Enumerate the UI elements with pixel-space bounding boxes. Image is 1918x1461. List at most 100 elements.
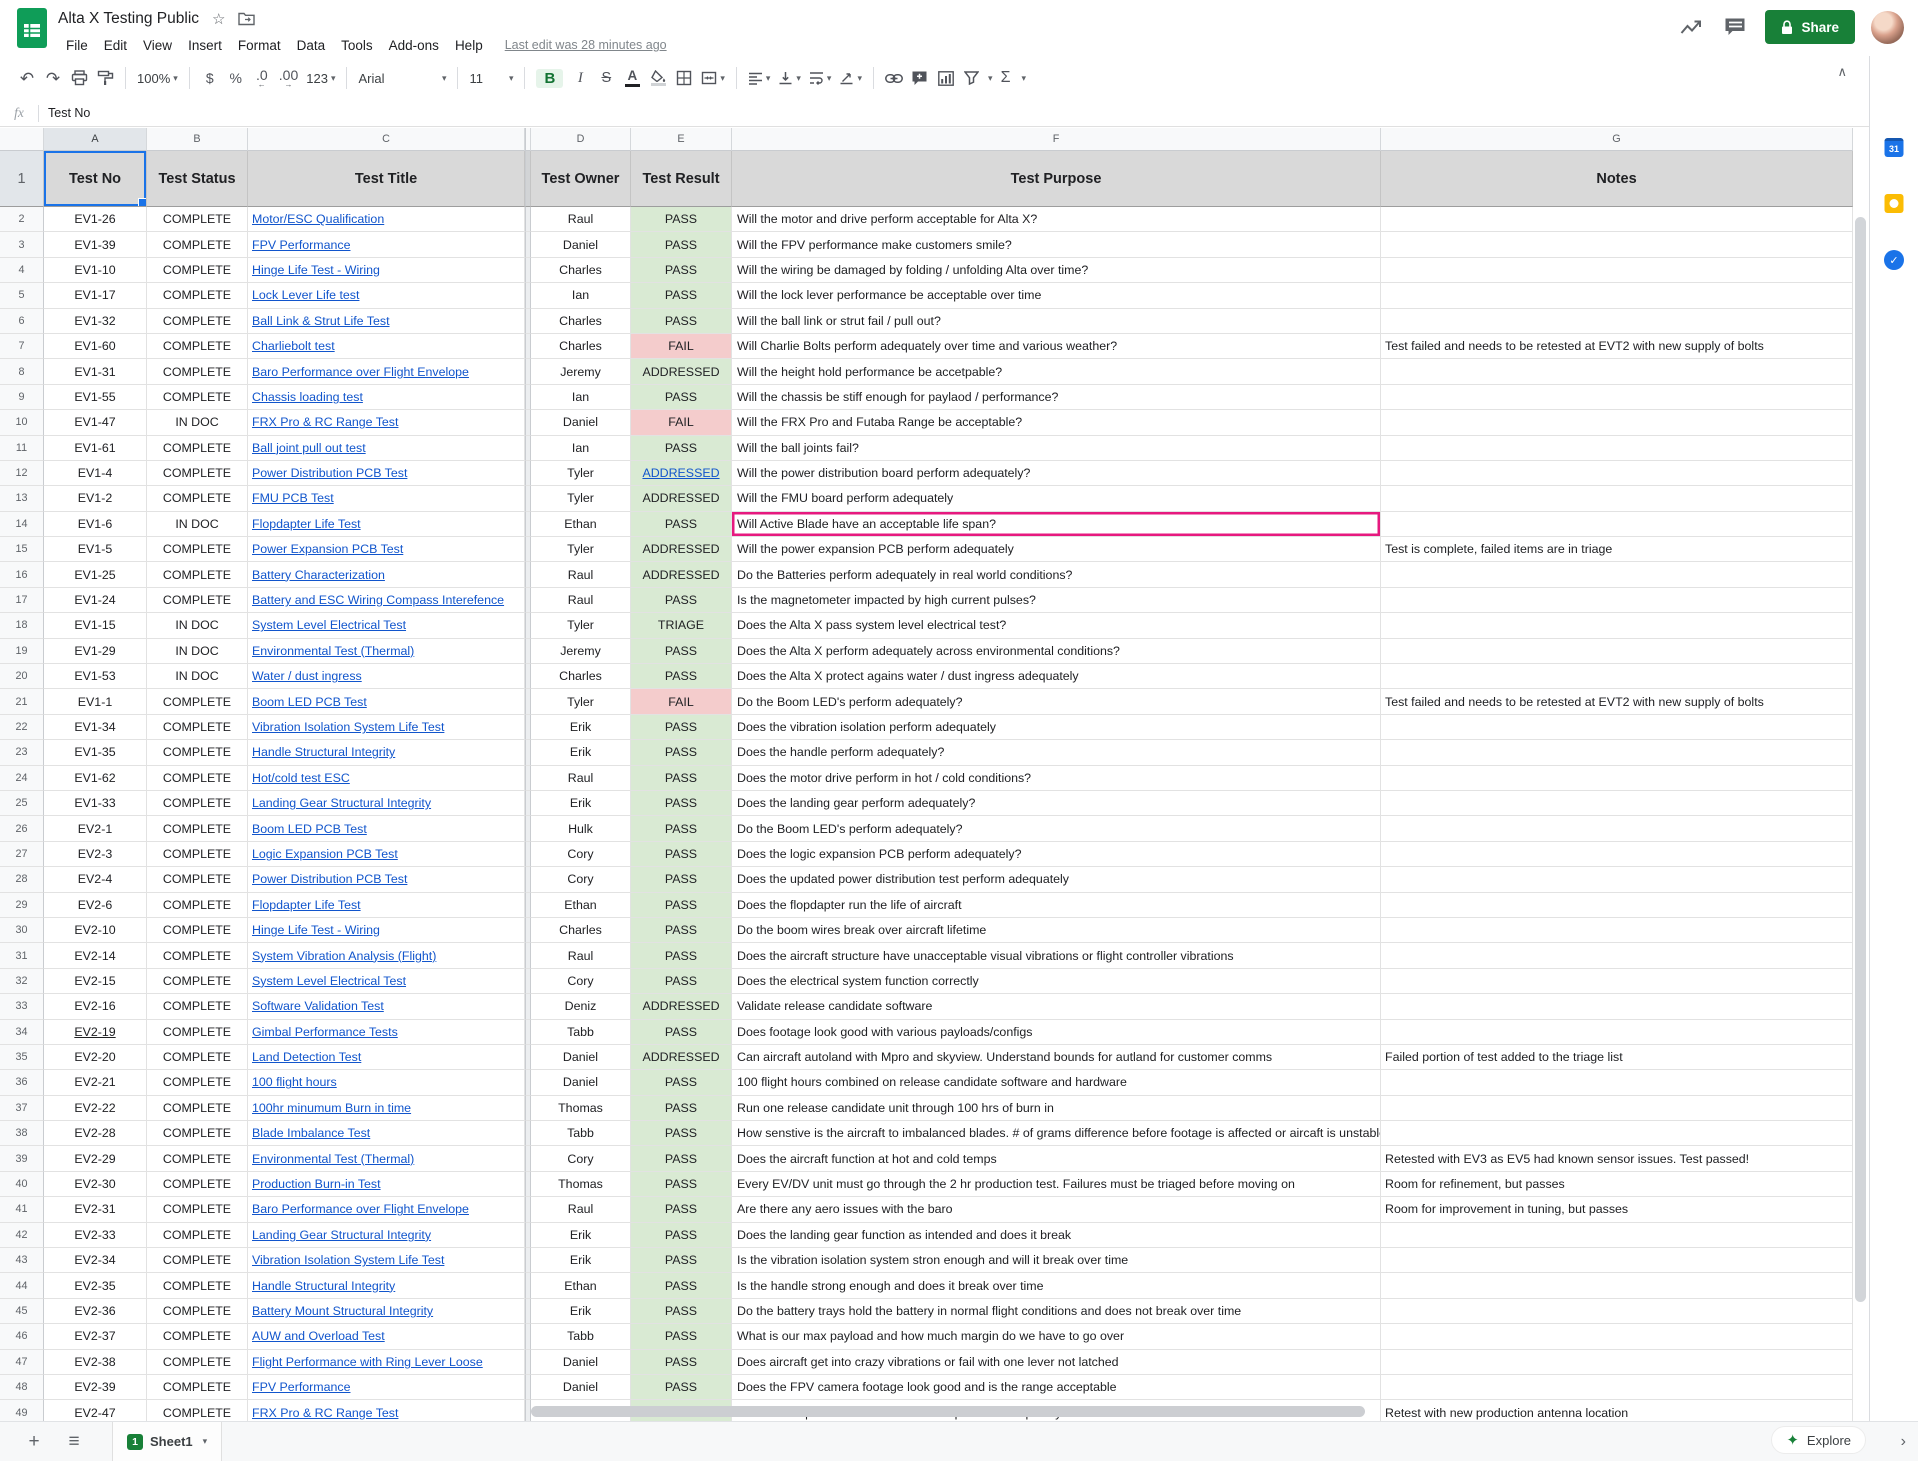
cell-test-result[interactable]: PASS [631,1248,732,1273]
test-title-link[interactable]: Power Distribution PCB Test [252,872,407,886]
cell-test-owner[interactable]: Daniel [531,1070,631,1095]
cell-test-no[interactable]: EV1-61 [44,436,147,461]
cell-test-no[interactable]: EV2-38 [44,1350,147,1375]
test-title-link[interactable]: Flopdapter Life Test [252,898,361,912]
cell-test-owner[interactable]: Jeremy [531,639,631,664]
cell-test-status[interactable]: IN DOC [147,664,248,689]
row-number[interactable]: 31 [0,943,44,968]
cell-test-no[interactable]: EV2-39 [44,1375,147,1400]
test-title-link[interactable]: Handle Structural Integrity [252,745,395,759]
test-title-link[interactable]: Flight Performance with Ring Lever Loose [252,1355,483,1369]
cell-test-purpose[interactable]: Do the boom wires break over aircraft li… [732,918,1381,943]
cell-b1[interactable]: Test Status [147,151,248,207]
cell-test-result[interactable]: PASS [631,1020,732,1045]
cell-test-owner[interactable]: Tabb [531,1324,631,1349]
cell-test-no[interactable]: EV1-10 [44,258,147,283]
cell-test-status[interactable]: COMPLETE [147,283,248,308]
cell-c1[interactable]: Test Title [248,151,525,207]
cell-notes[interactable] [1381,309,1853,334]
row-number[interactable]: 26 [0,816,44,841]
format-currency-button[interactable]: $ [197,65,223,91]
cell-test-result[interactable]: PASS [631,715,732,740]
test-title-link[interactable]: Production Burn-in Test [252,1177,381,1191]
cell-test-purpose[interactable]: Does the landing gear function as intend… [732,1223,1381,1248]
cell-test-result[interactable]: PASS [631,639,732,664]
test-title-link[interactable]: Boom LED PCB Test [252,695,367,709]
menu-help[interactable]: Help [447,36,491,55]
cell-test-title[interactable]: FRX Pro & RC Range Test [248,410,525,435]
functions-button[interactable]: Σ [993,65,1019,91]
explore-button[interactable]: ✦ Explore [1771,1426,1866,1454]
cell-test-owner[interactable]: Charles [531,309,631,334]
cell-notes[interactable] [1381,740,1853,765]
cell-test-owner[interactable]: Tyler [531,486,631,511]
test-title-link[interactable]: FRX Pro & RC Range Test [252,1406,398,1420]
row-number[interactable]: 32 [0,969,44,994]
row-number[interactable]: 46 [0,1324,44,1349]
menu-edit[interactable]: Edit [96,36,135,55]
cell-test-status[interactable]: COMPLETE [147,1096,248,1121]
cell-test-result[interactable]: PASS [631,1223,732,1248]
row-number[interactable]: 48 [0,1375,44,1400]
test-title-link[interactable]: Logic Expansion PCB Test [252,847,398,861]
cell-test-purpose[interactable]: Will the FMU board perform adequately [732,486,1381,511]
cell-test-no[interactable]: EV1-34 [44,715,147,740]
cell-test-status[interactable]: COMPLETE [147,1020,248,1045]
sheets-logo-icon[interactable] [17,8,47,48]
cell-test-result[interactable]: PASS [631,1299,732,1324]
cell-test-no[interactable]: EV1-4 [44,461,147,486]
cell-test-no[interactable]: EV2-47 [44,1400,147,1421]
cell-test-purpose[interactable]: Do the Batteries perform adequately in r… [732,562,1381,587]
cell-test-no[interactable]: EV2-28 [44,1121,147,1146]
cell-test-result[interactable]: PASS [631,232,732,257]
cell-test-owner[interactable]: Tabb [531,1121,631,1146]
insert-chart-button[interactable] [933,65,959,91]
cell-test-status[interactable]: COMPLETE [147,842,248,867]
cell-notes[interactable] [1381,1223,1853,1248]
cell-test-no[interactable]: EV2-14 [44,943,147,968]
cell-test-purpose[interactable]: How senstive is the aircraft to imbalanc… [732,1121,1381,1146]
cell-test-purpose[interactable]: Will the ball joints fail? [732,436,1381,461]
cell-notes[interactable]: Retested with EV3 as EV5 had known senso… [1381,1146,1853,1171]
text-color-button[interactable]: A [619,65,645,91]
cell-test-result[interactable]: ADDRESSED [631,1045,732,1070]
row-number[interactable]: 34 [0,1020,44,1045]
cell-test-no[interactable]: EV1-17 [44,283,147,308]
test-title-link[interactable]: Motor/ESC Qualification [252,212,384,226]
cell-test-no[interactable]: EV2-22 [44,1096,147,1121]
test-title-link[interactable]: FPV Performance [252,238,350,252]
cell-test-no[interactable]: EV1-26 [44,207,147,232]
cell-test-purpose[interactable]: Are there any aero issues with the baro [732,1197,1381,1222]
cell-test-owner[interactable]: Daniel [531,1045,631,1070]
cell-test-status[interactable]: COMPLETE [147,385,248,410]
cell-notes[interactable] [1381,664,1853,689]
cell-test-status[interactable]: COMPLETE [147,1172,248,1197]
cell-test-owner[interactable]: Tyler [531,461,631,486]
chevron-down-icon[interactable]: ▾ [203,1436,208,1447]
cell-test-status[interactable]: COMPLETE [147,715,248,740]
cell-test-title[interactable]: Hot/cold test ESC [248,766,525,791]
menu-insert[interactable]: Insert [180,36,230,55]
cell-test-result[interactable]: TRIAGE [631,613,732,638]
cell-notes[interactable] [1381,232,1853,257]
cell-test-purpose[interactable]: Does the FPV camera footage look good an… [732,1375,1381,1400]
borders-button[interactable] [671,65,697,91]
cell-test-result[interactable]: PASS [631,1273,732,1298]
cell-test-title[interactable]: FPV Performance [248,1375,525,1400]
cell-test-no[interactable]: EV1-60 [44,334,147,359]
row-number[interactable]: 18 [0,613,44,638]
cell-test-status[interactable]: COMPLETE [147,1146,248,1171]
cell-test-status[interactable]: COMPLETE [147,537,248,562]
cell-test-no[interactable]: EV1-33 [44,791,147,816]
cell-test-status[interactable]: COMPLETE [147,486,248,511]
cell-test-title[interactable]: Software Validation Test [248,994,525,1019]
increase-decimal-button[interactable]: .00→ [275,65,302,91]
cell-test-purpose[interactable]: Do the Boom LED's perform adequately? [732,816,1381,841]
comment-history-icon[interactable] [1721,13,1749,41]
row-number[interactable]: 17 [0,588,44,613]
test-title-link[interactable]: Charliebolt test [252,339,335,353]
vertical-scrollbar[interactable] [1855,217,1866,1302]
cell-test-no[interactable]: EV2-34 [44,1248,147,1273]
test-title-link[interactable]: Battery Mount Structural Integrity [252,1304,433,1318]
row-number[interactable]: 15 [0,537,44,562]
